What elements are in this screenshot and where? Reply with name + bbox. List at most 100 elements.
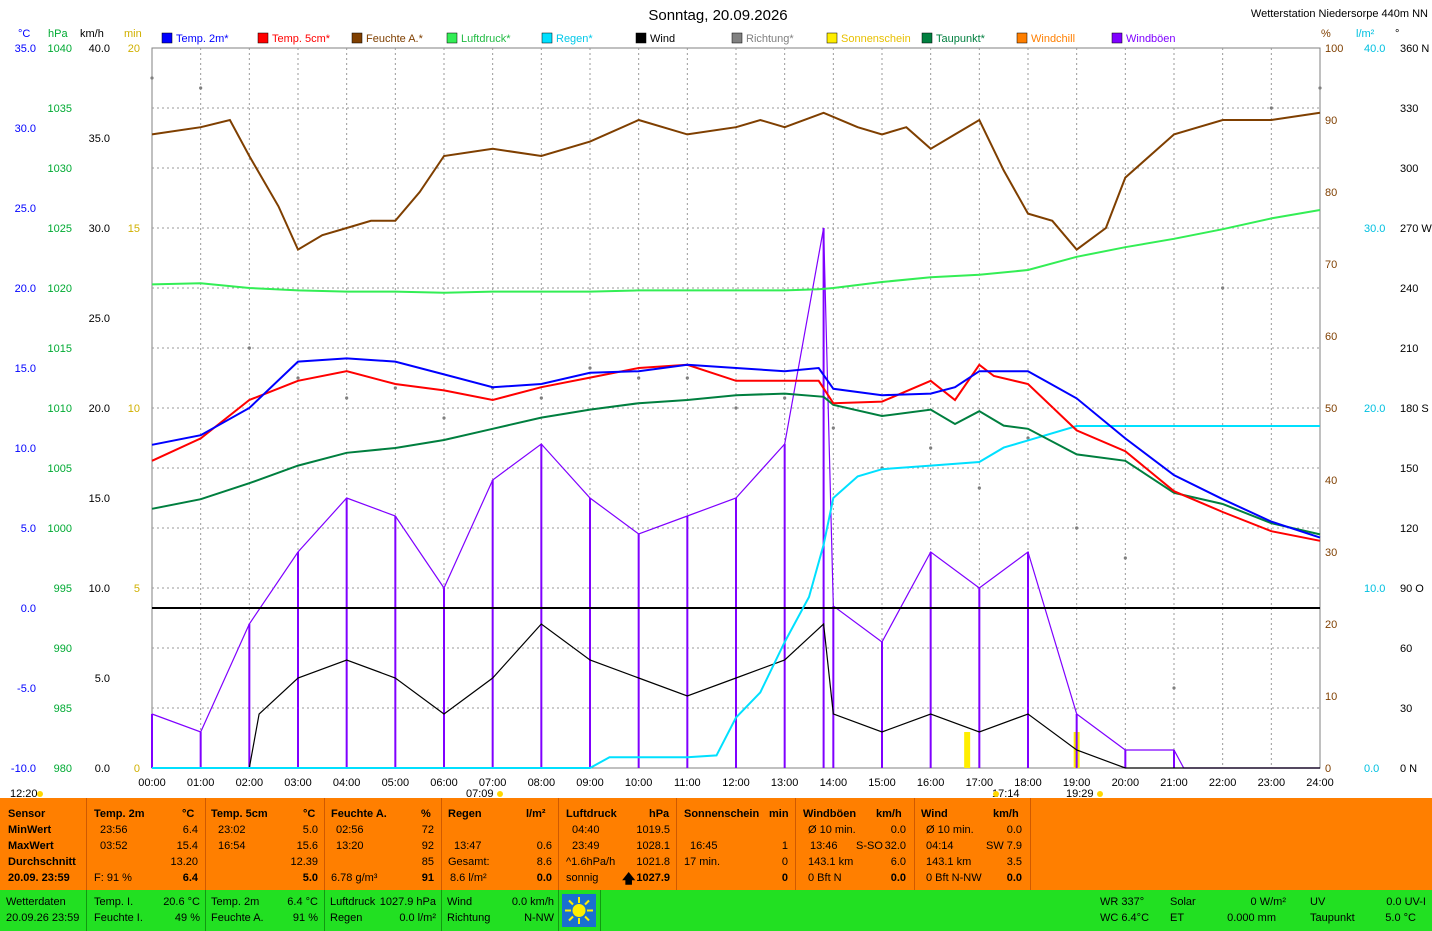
status-temp2m: 6.4 °C: [287, 896, 318, 908]
y-tick-humidity: 40: [1325, 475, 1337, 487]
rain-max: 0.6: [536, 840, 552, 852]
wind-max: 7.9: [1006, 840, 1022, 852]
legend-swatch: [635, 32, 647, 44]
x-tick-label: 05:00: [382, 777, 410, 789]
series-luftdruck: [151, 209, 1321, 294]
legend-swatch: [446, 32, 458, 44]
direction-point: [345, 396, 349, 400]
row-current: 20.09. 23:59: [8, 872, 70, 884]
direction-point: [1172, 686, 1176, 690]
legend-swatch: [826, 32, 838, 44]
status-uv-label: UV: [1310, 896, 1326, 908]
sun-total: 17 min.: [684, 856, 721, 868]
direction-point: [442, 416, 446, 420]
legend-swatch: [1111, 32, 1123, 44]
unit-pressure: hPa: [48, 28, 68, 40]
pressure-min: 1019.5: [636, 824, 670, 836]
direction-point: [977, 486, 981, 490]
x-tick-label: 17:00: [966, 777, 994, 789]
status-direction-label: Richtung: [447, 912, 491, 924]
direction-point: [296, 376, 300, 380]
sunshine-bar: [964, 732, 971, 768]
y-tick-humidity: 90: [1325, 115, 1337, 127]
sun-marker-dot: [993, 791, 999, 797]
y-tick-pressure: 1025: [48, 223, 72, 235]
direction-point: [588, 366, 592, 370]
y-tick-direction: 90 O: [1400, 583, 1424, 595]
direction-point: [1075, 526, 1079, 530]
y-tick-direction: 270 W: [1400, 223, 1432, 235]
y-tick-pressure: 1030: [48, 163, 72, 175]
y-tick-rain: 30.0: [1364, 223, 1385, 235]
y-tick-direction: 210: [1400, 343, 1418, 355]
sunny-weather-icon: [562, 894, 596, 927]
sun-marker-sunrise: 07:09: [466, 788, 494, 798]
status-uv: 0.0 UV-I: [1386, 896, 1426, 908]
x-tick-label: 04:00: [333, 777, 361, 789]
direction-point: [1269, 106, 1273, 110]
wind-max-time: 04:14: [926, 840, 954, 852]
col-wind-unit: km/h: [993, 808, 1019, 820]
x-tick-label: 16:00: [917, 777, 945, 789]
direction-point: [831, 426, 835, 430]
col-rain: Regen: [448, 808, 482, 820]
unit-rain: l/m²: [1356, 28, 1375, 40]
x-tick-label: 22:00: [1209, 777, 1237, 789]
gust-avg-label: Ø 10 min.: [808, 824, 856, 836]
y-tick-humidity: 70: [1325, 259, 1337, 271]
x-tick-label: 13:00: [771, 777, 799, 789]
col-sunshine-unit: min: [769, 808, 789, 820]
status-label: Wetterdaten: [6, 896, 66, 908]
y-tick-direction: 240: [1400, 283, 1418, 295]
x-tick-label: 12:00: [722, 777, 750, 789]
legend-item-label: Luftdruck*: [461, 33, 511, 45]
status-temp2m-label: Temp. 2m: [211, 896, 260, 908]
wind-distance: 143.1 km: [926, 856, 972, 868]
sun-marker-left: 12:20: [10, 788, 38, 798]
unit-pct: %: [1321, 28, 1331, 40]
y-tick-humidity: 60: [1325, 331, 1337, 343]
legend-item-label: Temp. 5cm*: [272, 33, 331, 45]
y-tick-rain: 20.0: [1364, 403, 1385, 415]
direction-point: [637, 376, 641, 380]
row-avg: Durchschnitt: [8, 856, 76, 868]
col-humidity-unit: %: [421, 808, 431, 820]
unit-wind: km/h: [80, 28, 104, 40]
y-tick-pressure: 1000: [48, 523, 72, 535]
y-tick-wind: 20.0: [89, 403, 110, 415]
temp5cm-max-time: 16:54: [218, 840, 246, 852]
temp2m-cur-humidity: F: 91 %: [94, 872, 132, 884]
temp2m-max-time: 03:52: [100, 840, 128, 852]
y-tick-pressure: 985: [54, 703, 72, 715]
humid-min: 72: [421, 824, 434, 836]
x-tick-label: 15:00: [868, 777, 896, 789]
col-humidity: Feuchte A.: [331, 808, 387, 820]
col-rain-unit: l/m²: [526, 808, 546, 820]
direction-point: [1318, 86, 1322, 90]
unit-temp: °C: [18, 28, 30, 40]
y-tick-humidity: 0: [1325, 763, 1331, 775]
legend-swatch: [351, 32, 363, 44]
temp2m-avg: 13.20: [170, 856, 198, 868]
y-tick-sunmin: 5: [134, 583, 140, 595]
y-tick-wind: 5.0: [95, 673, 110, 685]
y-axes: 35.0 30.0 25.0 20.0 15.0 10.0 5.0 0.0 -5.0 -10.0 1…: [11, 43, 1432, 775]
status-et: 0.000 mm: [1227, 912, 1276, 924]
col-pressure: Luftdruck: [566, 808, 617, 820]
sun-max: 1: [781, 840, 788, 852]
legend-item-label: Windböen: [1126, 33, 1176, 45]
y-tick-direction: 330: [1400, 103, 1418, 115]
y-tick-wind: 40.0: [89, 43, 110, 55]
y-tick-pressure: 1040: [48, 43, 72, 55]
y-tick-sunmin: 15: [128, 223, 140, 235]
direction-point: [734, 406, 738, 410]
wind-avg: 0.0: [1006, 824, 1022, 836]
status-dewpoint: 5.0 °C: [1385, 912, 1416, 924]
direction-point: [247, 346, 251, 350]
x-tick-label: 06:00: [430, 777, 458, 789]
col-gusts: Windböen: [803, 808, 857, 820]
gust-distance: 143.1 km: [808, 856, 854, 868]
direction-point: [199, 86, 203, 90]
direction-point: [929, 446, 933, 450]
temp2m-min: 6.4: [182, 824, 198, 836]
